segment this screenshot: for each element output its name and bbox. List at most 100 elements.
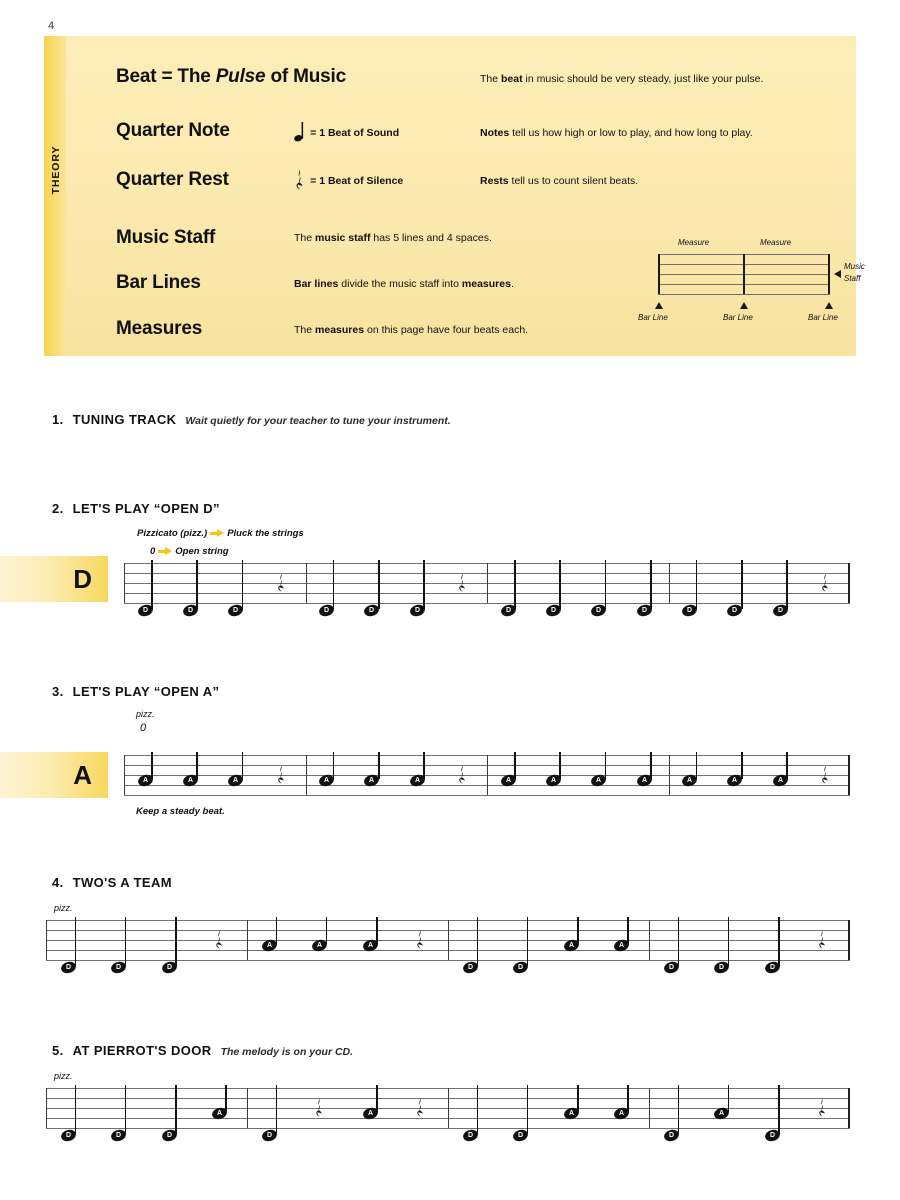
theory-desc-notes: Notes tell us how high or low to play, a… bbox=[480, 127, 753, 140]
diagram-bar-line bbox=[743, 254, 745, 294]
theory-desc-beat: The beat in music should be very steady,… bbox=[480, 73, 763, 86]
theory-term-measures: Measures bbox=[116, 318, 203, 339]
desc-bold2: measures bbox=[461, 278, 511, 290]
theory-term-bar-lines: Bar Lines bbox=[116, 272, 201, 293]
desc-bold: music staff bbox=[315, 232, 371, 244]
fingering-label: D bbox=[66, 963, 72, 971]
quarter-rest bbox=[457, 570, 468, 596]
term-tail: of Music bbox=[265, 66, 346, 87]
desc-post2: . bbox=[510, 278, 514, 290]
note-stem bbox=[196, 751, 199, 779]
note-stem bbox=[514, 751, 516, 779]
note-stem bbox=[740, 751, 743, 779]
note-stem bbox=[727, 1084, 730, 1112]
quarter-note-icon bbox=[294, 121, 306, 147]
quarter-rest bbox=[457, 762, 468, 788]
fingering-label: D bbox=[166, 1131, 172, 1139]
fingering-label: D bbox=[550, 606, 557, 614]
exercise-3-heading: 3. LET'S PLAY “OPEN A” bbox=[52, 683, 219, 701]
exercise-number: 1. bbox=[52, 412, 64, 427]
desc-post: on this page have four beats each. bbox=[364, 324, 529, 336]
fingering-label: A bbox=[618, 1109, 624, 1117]
bar-line bbox=[46, 920, 48, 960]
fingering-label: D bbox=[596, 606, 602, 614]
exercise-1-heading: 1. TUNING TRACK Wait quietly for your teac… bbox=[52, 411, 451, 429]
note-stem bbox=[577, 916, 579, 944]
string-tag-d: D bbox=[0, 556, 108, 602]
fingering-label: A bbox=[618, 941, 624, 949]
fingering-label: D bbox=[166, 963, 172, 971]
fingering-label: A bbox=[216, 1109, 222, 1117]
exercise-title: TWO'S A TEAM bbox=[72, 875, 173, 890]
note-stem bbox=[727, 916, 730, 966]
theory-desc-music-staff: The music staff has 5 lines and 4 spaces… bbox=[294, 232, 492, 245]
desc-post: tell us how high or low to play, and how… bbox=[509, 127, 753, 139]
note-stem bbox=[74, 916, 77, 966]
desc-post: tell us to count silent beats. bbox=[508, 175, 639, 187]
desc-pre: The bbox=[480, 73, 502, 85]
note-stem bbox=[325, 916, 328, 944]
fingering-label: A bbox=[732, 776, 738, 784]
note-stem bbox=[695, 751, 698, 779]
fingering-label: A bbox=[414, 776, 420, 784]
note-stem bbox=[175, 1084, 177, 1134]
note-stem bbox=[627, 916, 629, 944]
fingering-label: A bbox=[324, 776, 330, 784]
fingering-label: D bbox=[687, 606, 693, 614]
note-stem bbox=[695, 559, 698, 609]
note-stem bbox=[377, 751, 380, 779]
diagram-bar-line bbox=[828, 254, 830, 294]
fingering-label: D bbox=[641, 606, 647, 614]
note-stem bbox=[786, 559, 788, 609]
fingering-label: A bbox=[367, 941, 373, 949]
fingering-label: D bbox=[669, 963, 675, 971]
exercise-title: LET'S PLAY “OPEN D” bbox=[72, 501, 220, 516]
exercise-number: 3. bbox=[52, 684, 64, 699]
exercise-4-system: D D D A A A D D A A D D D bbox=[46, 916, 850, 975]
bar-line bbox=[305, 755, 307, 795]
bar-line bbox=[305, 563, 307, 603]
quarter-rest-symbol-group: = 1 Beat of Silence bbox=[294, 168, 403, 196]
exercise-2-heading: 2. LET'S PLAY “OPEN D” bbox=[52, 500, 220, 518]
quarter-rest bbox=[276, 762, 287, 788]
staff-diagram: Measure Measure Bar Line Bar Line Bar Li… bbox=[638, 232, 868, 342]
fingering-label: D bbox=[66, 1131, 72, 1139]
exercise-5-heading: 5. AT PIERROT'S DOOR The melody is on your… bbox=[52, 1042, 353, 1060]
note-stem bbox=[275, 916, 278, 944]
fingering-label: A bbox=[596, 776, 602, 784]
note-stem bbox=[650, 559, 652, 609]
note-stem bbox=[604, 751, 607, 779]
string-tag-a: A bbox=[0, 752, 108, 798]
note-stem bbox=[559, 751, 562, 779]
diagram-staff bbox=[658, 254, 830, 295]
quarter-note-symbol-group: = 1 Beat of Sound bbox=[294, 121, 399, 147]
note-stem bbox=[604, 559, 607, 609]
note-stem bbox=[423, 559, 425, 609]
desc-post: divide the music staff into bbox=[338, 278, 462, 290]
fingering-label: A bbox=[317, 941, 323, 949]
desc-bold: Bar lines bbox=[294, 278, 339, 290]
exercise-title: LET'S PLAY “OPEN A” bbox=[72, 684, 220, 699]
desc-bold: Notes bbox=[480, 127, 510, 139]
theory-term-quarter-note: Quarter Note bbox=[116, 120, 230, 141]
fingering-label: D bbox=[267, 1131, 273, 1139]
quarter-rest bbox=[276, 570, 287, 596]
annot-text-after: Pluck the strings bbox=[227, 528, 304, 539]
fingering-label: D bbox=[187, 606, 194, 614]
fingering-label: A bbox=[568, 1109, 574, 1117]
fingering-label: A bbox=[641, 776, 647, 784]
diagram-music-staff-label-1: Music bbox=[844, 262, 865, 271]
note-stem bbox=[514, 559, 516, 609]
note-stem bbox=[677, 1084, 680, 1134]
note-stem bbox=[332, 751, 335, 779]
note-stem bbox=[559, 559, 562, 609]
diagram-barline-label-3: Bar Line bbox=[808, 313, 838, 322]
exercise-subtitle: Wait quietly for your teacher to tune yo… bbox=[185, 415, 451, 427]
staff-line bbox=[46, 1128, 850, 1129]
fingering-label: D bbox=[719, 963, 725, 971]
fingering-label: A bbox=[777, 776, 783, 784]
diagram-bar-line bbox=[658, 254, 660, 294]
final-barline bbox=[848, 755, 850, 795]
exercise-4-heading: 4. TWO'S A TEAM bbox=[52, 874, 172, 892]
bar-line bbox=[668, 755, 670, 795]
